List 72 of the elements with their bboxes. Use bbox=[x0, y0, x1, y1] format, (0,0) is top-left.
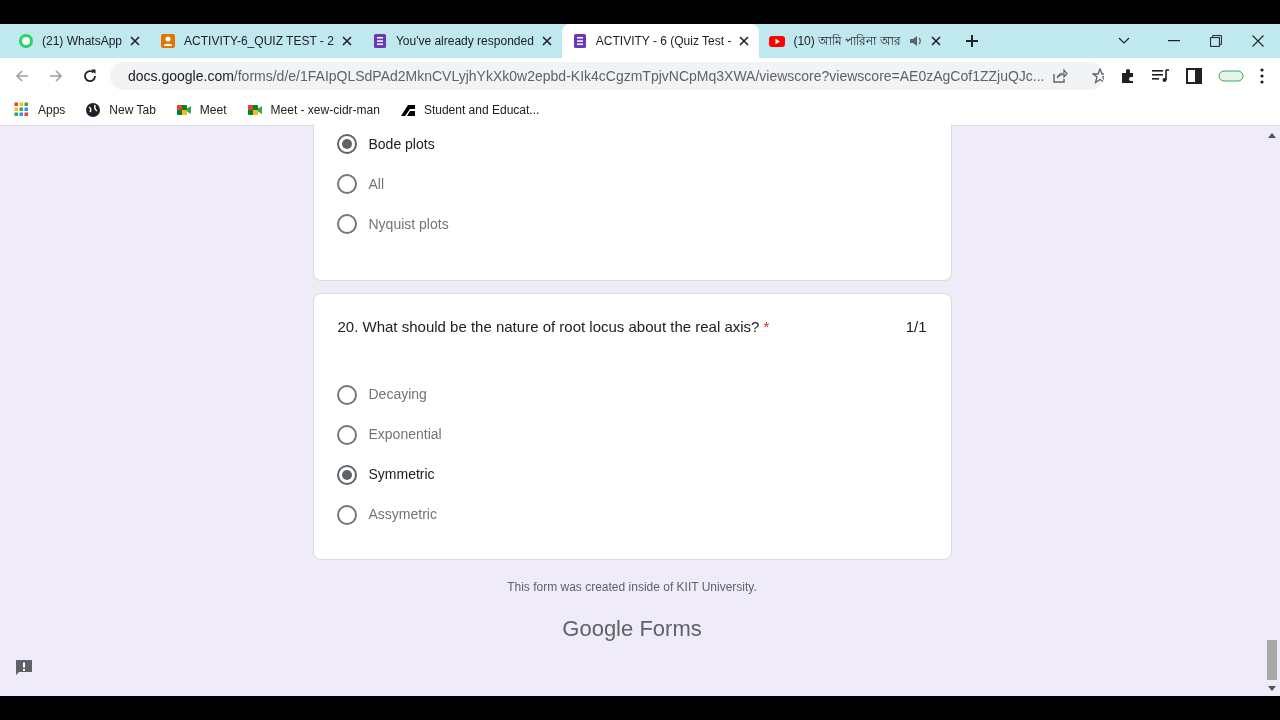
scrollbar-thumb[interactable] bbox=[1267, 640, 1277, 680]
more-icon[interactable] bbox=[1260, 68, 1264, 84]
browser-tab[interactable]: (10) আমি পারিনা আর bbox=[759, 24, 951, 58]
bookmark[interactable]: New Tab bbox=[85, 100, 156, 119]
grid-icon bbox=[14, 101, 30, 118]
score-text: 1/1 bbox=[905, 317, 927, 337]
restore-icon[interactable] bbox=[1210, 35, 1222, 47]
radio-button[interactable] bbox=[336, 174, 357, 194]
browser-tab[interactable]: You've already responded bbox=[361, 24, 562, 58]
tab-title: ACTIVITY - 6 (Quiz Test - bbox=[595, 33, 732, 50]
question-text: 20. What should be the nature of root locus about the real axis? bbox=[337, 318, 760, 335]
chevron-down-icon[interactable] bbox=[1118, 37, 1130, 45]
new-tab-icon[interactable] bbox=[964, 34, 979, 48]
close-icon[interactable] bbox=[341, 36, 352, 46]
scroll-up-icon[interactable] bbox=[1268, 132, 1276, 138]
radio-option[interactable]: Bode plots bbox=[313, 124, 951, 164]
radio-button[interactable] bbox=[336, 384, 357, 405]
radio-option[interactable]: Exponential bbox=[313, 414, 951, 455]
close-icon[interactable] bbox=[930, 36, 941, 46]
speaker-icon[interactable] bbox=[908, 34, 923, 48]
tab-title: (10) আমি পারিনা আর bbox=[793, 33, 901, 50]
radio-button[interactable] bbox=[336, 424, 357, 445]
bookmark[interactable]: Apps bbox=[14, 100, 66, 119]
option-label: Exponential bbox=[368, 425, 442, 444]
close-icon[interactable] bbox=[130, 36, 141, 46]
browser-tab[interactable]: (21) WhatsApp bbox=[8, 24, 151, 58]
radio-button[interactable] bbox=[336, 464, 357, 485]
forward-icon[interactable] bbox=[48, 68, 64, 84]
share-icon[interactable] bbox=[1052, 68, 1069, 84]
required-mark: * bbox=[763, 318, 770, 335]
browser-tab[interactable]: ACTIVITY - 6 (Quiz Test - bbox=[561, 24, 760, 58]
radio-button[interactable] bbox=[336, 504, 357, 525]
radio-option[interactable]: Assymetric bbox=[313, 494, 951, 535]
option-label: Decaying bbox=[368, 385, 427, 404]
minimize-icon[interactable] bbox=[1168, 40, 1180, 42]
globe-icon bbox=[85, 101, 102, 118]
form-icon bbox=[371, 33, 388, 49]
option-label: Nyquist plots bbox=[368, 214, 449, 234]
browser-tab[interactable]: ACTIVITY-6_QUIZ TEST - 2 bbox=[150, 24, 362, 58]
person-icon bbox=[160, 33, 177, 49]
tab-title: You've already responded bbox=[395, 33, 534, 50]
play-icon bbox=[769, 33, 786, 49]
radio-option[interactable]: All bbox=[313, 164, 951, 204]
close-icon[interactable] bbox=[739, 36, 750, 46]
bookmark[interactable]: Meet - xew-cidr-man bbox=[246, 100, 380, 119]
star-icon[interactable] bbox=[1092, 68, 1104, 84]
radio-button[interactable] bbox=[336, 134, 357, 154]
option-label: Bode plots bbox=[368, 134, 435, 154]
puzzle-icon[interactable] bbox=[1120, 68, 1136, 84]
bookmark[interactable]: Student and Educat... bbox=[399, 100, 540, 119]
footer-text: This form was created inside of KIIT University. bbox=[507, 578, 757, 596]
brand-logo: Google Forms bbox=[562, 614, 702, 643]
bookmark[interactable]: Meet bbox=[175, 100, 227, 119]
form-icon bbox=[571, 33, 588, 49]
option-label: All bbox=[368, 174, 385, 194]
tab-title: (21) WhatsApp bbox=[42, 33, 123, 50]
radio-option[interactable]: Nyquist plots bbox=[313, 204, 951, 244]
reload-icon[interactable] bbox=[82, 68, 98, 84]
side-panel-icon[interactable] bbox=[1186, 68, 1202, 84]
playlist-icon[interactable] bbox=[1152, 69, 1170, 83]
radio-option[interactable]: Decaying bbox=[313, 374, 951, 415]
option-label: Symmetric bbox=[368, 465, 435, 484]
close-icon[interactable] bbox=[1252, 35, 1264, 47]
tab-title: ACTIVITY-6_QUIZ TEST - 2 bbox=[184, 33, 334, 50]
radio-option[interactable]: Symmetric bbox=[313, 454, 951, 495]
address-bar[interactable]: docs.google.com/forms/d/e/1FAIpQLSdPAd2MknCVLyjhYkXk0w2epbd-KIk4cCgzmTpjvNCpMq3XWA/viewscore?viewscore=AE0zAgCof1ZZjuQJc... bbox=[110, 62, 1104, 90]
back-icon[interactable] bbox=[14, 68, 30, 84]
close-icon[interactable] bbox=[541, 36, 552, 46]
feedback-icon[interactable] bbox=[14, 658, 34, 678]
scroll-down-icon[interactable] bbox=[1268, 686, 1276, 692]
radio-button[interactable] bbox=[336, 214, 357, 234]
option-label: Assymetric bbox=[368, 505, 437, 524]
